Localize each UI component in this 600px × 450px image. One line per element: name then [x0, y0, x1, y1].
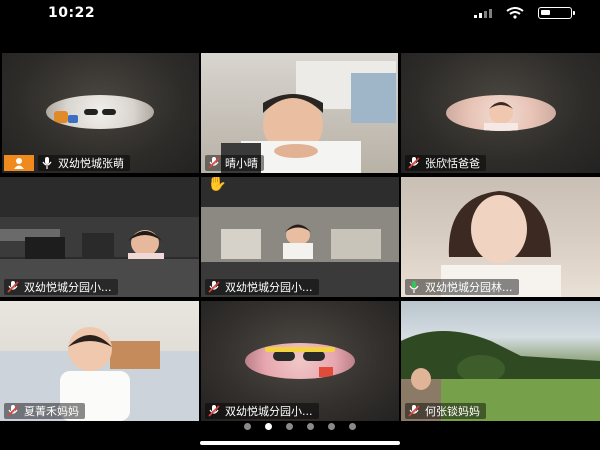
participant-name: 双幼悦城分园小... — [225, 405, 313, 418]
wifi-icon — [506, 7, 524, 19]
participant-tile[interactable]: 双幼悦城分园小... — [0, 177, 199, 297]
participant-tile[interactable]: 夏菁禾妈妈 — [0, 301, 199, 421]
status-bar: 10:22 — [0, 0, 600, 26]
microphone-muted-icon — [6, 281, 20, 293]
participant-name-bar: 夏菁禾妈妈 — [4, 403, 85, 419]
participant-name-bar: 双幼悦城分园小... — [4, 279, 118, 295]
participant-name-bar: 双幼悦城分园林... — [405, 279, 519, 295]
microphone-muted-icon — [407, 157, 421, 169]
participant-name: 双幼悦城分园小... — [225, 281, 313, 294]
participant-name-bar: 晴小晴 — [205, 155, 264, 171]
participant-name-bar: 双幼悦城分园小... — [205, 279, 319, 295]
microphone-active-icon — [407, 281, 421, 293]
child-photo-image — [484, 102, 518, 131]
meeting-screen: 10:22 双幼悦城张萌 晴小晴 张欣恬爸爸 双幼悦城分园小... ✋ 双幼悦城… — [0, 0, 600, 450]
battery-level-fill — [541, 10, 550, 15]
participant-name-bar: 双幼悦城分园小... — [205, 403, 319, 419]
participant-avatar — [245, 343, 355, 379]
status-icons — [474, 7, 575, 19]
microphone-muted-icon — [207, 157, 221, 169]
page-dot[interactable] — [349, 423, 356, 430]
participant-avatar — [446, 95, 556, 131]
dog-sunglasses-image — [54, 109, 116, 123]
page-dot[interactable] — [244, 423, 251, 430]
participant-name-bar: 张欣恬爸爸 — [405, 155, 486, 171]
page-dot[interactable] — [307, 423, 314, 430]
participant-tile[interactable]: 双幼悦城分园小... — [201, 301, 399, 421]
page-dot[interactable] — [286, 423, 293, 430]
microphone-muted-icon — [207, 405, 221, 417]
page-indicator[interactable] — [0, 423, 600, 430]
participant-tile[interactable]: 双幼悦城张萌 — [2, 53, 199, 173]
home-indicator[interactable] — [200, 441, 400, 445]
participant-name: 双幼悦城分园小... — [24, 281, 112, 294]
participant-name: 双幼悦城张萌 — [58, 157, 124, 170]
participant-tile[interactable]: 张欣恬爸爸 — [401, 53, 600, 173]
participant-name-bar: 何张锬妈妈 — [405, 403, 486, 419]
participant-name: 张欣恬爸爸 — [425, 157, 480, 170]
participant-name: 何张锬妈妈 — [425, 405, 480, 418]
microphone-icon — [40, 157, 54, 169]
microphone-muted-icon — [407, 405, 421, 417]
child-sunglasses-image — [265, 347, 335, 377]
microphone-muted-icon — [207, 281, 221, 293]
participant-tile[interactable]: 双幼悦城分园林... — [401, 177, 600, 297]
battery-icon — [538, 7, 575, 19]
participant-name: 双幼悦城分园林... — [425, 281, 513, 294]
host-badge-icon — [4, 155, 34, 171]
raised-hand-icon: ✋ — [207, 177, 227, 192]
microphone-muted-icon — [6, 405, 20, 417]
participant-name-bar: 双幼悦城张萌 — [38, 155, 130, 171]
participant-tile[interactable]: 晴小晴 — [201, 53, 398, 173]
cellular-signal-icon — [474, 8, 492, 18]
page-dot[interactable] — [328, 423, 335, 430]
participant-name: 夏菁禾妈妈 — [24, 405, 79, 418]
status-time: 10:22 — [48, 5, 96, 21]
participant-name: 晴小晴 — [225, 157, 258, 170]
page-dot[interactable] — [265, 423, 272, 430]
participant-tile[interactable]: ✋ 双幼悦城分园小... — [201, 177, 399, 297]
participant-tile[interactable]: 何张锬妈妈 — [401, 301, 600, 421]
participant-avatar — [46, 95, 154, 129]
